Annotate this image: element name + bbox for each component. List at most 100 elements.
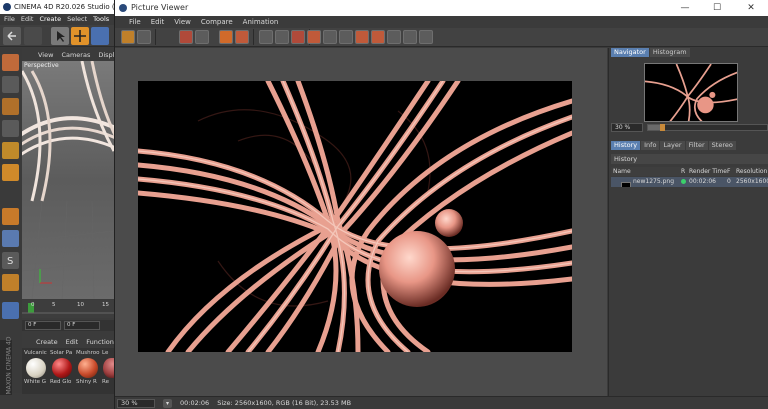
nav-zoom-slider[interactable]	[647, 124, 768, 131]
save-icon[interactable]	[137, 30, 151, 44]
tab-histogram[interactable]: Histogram	[649, 48, 690, 57]
material-manager: Vulcanic White G Solar Pa Red Glo Mushro…	[22, 348, 120, 394]
material-menu-create[interactable]: Create	[36, 337, 58, 347]
viewport-scene	[22, 61, 114, 299]
pv-menu-edit[interactable]: Edit	[151, 16, 165, 28]
material-swatch[interactable]: Vulcanic White G	[24, 350, 48, 385]
tab-navigator[interactable]: Navigator	[611, 48, 649, 57]
material-ball	[52, 358, 72, 378]
open-file-icon[interactable]	[121, 30, 135, 44]
move-icon[interactable]	[71, 27, 89, 45]
pv-menu-compare[interactable]: Compare	[201, 16, 233, 28]
c4d-menu-create[interactable]: Create	[39, 14, 61, 25]
c4d-toolbar	[0, 25, 120, 47]
pv-menu-animation[interactable]: Animation	[243, 16, 279, 28]
render-icon[interactable]	[219, 30, 233, 44]
tweak-mode-icon[interactable]	[2, 230, 19, 247]
status-image-info: Size: 2560x1600, RGB (16 Bit), 23.53 MB	[217, 399, 352, 407]
lock-workplane-icon[interactable]	[2, 302, 19, 319]
layout-view-icon[interactable]	[419, 30, 433, 44]
c4d-menu-edit[interactable]: Edit	[21, 14, 34, 25]
pv-title: Picture Viewer	[131, 3, 189, 12]
compare-icon[interactable]	[291, 30, 305, 44]
scale-icon[interactable]	[91, 27, 109, 45]
material-menu-edit[interactable]: Edit	[66, 337, 79, 347]
minimize-icon[interactable]: —	[673, 0, 697, 16]
grid-view-icon[interactable]	[387, 30, 401, 44]
snap-icon[interactable]: S	[2, 252, 19, 269]
pv-menu-file[interactable]: File	[129, 16, 141, 28]
edges-mode-icon[interactable]	[2, 142, 19, 159]
status-zoom-field[interactable]: 30 %	[117, 398, 155, 408]
fit-screen-icon[interactable]	[259, 30, 273, 44]
ab-compare-icon[interactable]	[307, 30, 321, 44]
render-artwork	[138, 81, 572, 352]
c4d-menu-select[interactable]: Select	[67, 14, 87, 25]
split-view-icon[interactable]	[403, 30, 417, 44]
material-ball	[78, 358, 98, 378]
c4d-menu-tools[interactable]: Tools	[93, 14, 109, 25]
zoom-dropdown-icon[interactable]: ▾	[163, 398, 172, 408]
frame-start-field[interactable]: 0 F	[25, 321, 61, 330]
history-name-cell: new1275.png	[611, 177, 681, 187]
render-status-dot-icon	[681, 179, 686, 184]
tab-layer[interactable]: Layer	[660, 141, 685, 150]
stop-render-icon[interactable]	[195, 30, 209, 44]
points-mode-icon[interactable]	[2, 120, 19, 137]
pv-toolbar	[115, 28, 768, 47]
redo-icon[interactable]	[24, 27, 42, 45]
history-frame: 0	[727, 178, 731, 185]
texture-mode-icon[interactable]	[2, 98, 19, 115]
column-f[interactable]: F	[727, 167, 736, 176]
tab-filter[interactable]: Filter	[685, 141, 708, 150]
model-mode-icon[interactable]	[2, 76, 19, 93]
undo-icon[interactable]	[3, 27, 21, 45]
render-region-icon[interactable]	[235, 30, 249, 44]
nav-zoom-knob[interactable]	[660, 124, 666, 131]
tab-info[interactable]: Info	[641, 141, 660, 150]
nav-zoom-field[interactable]: 30 %	[611, 123, 643, 132]
material-top-label: Solar Pa	[50, 350, 73, 356]
pv-menu-view[interactable]: View	[174, 16, 191, 28]
image-canvas[interactable]	[115, 48, 607, 396]
material-swatch[interactable]: Mushroo Shiny R	[76, 350, 100, 385]
column-render-time[interactable]: Render Time	[689, 167, 727, 176]
polygons-mode-icon[interactable]	[2, 164, 19, 181]
timeline-tick-0: 0	[31, 302, 35, 308]
history-thumbnail	[621, 182, 631, 187]
text-overlay-icon[interactable]	[339, 30, 353, 44]
maxon-brand-text: MAXON CINEMA 4D	[5, 336, 13, 395]
viewport-menu-view[interactable]: View	[38, 50, 53, 60]
column-r[interactable]: R	[681, 167, 689, 176]
frame-end-field[interactable]: 0 F	[64, 321, 100, 330]
c4d-menu-file[interactable]: File	[4, 14, 15, 25]
timeline-ruler[interactable]: 0 5 10 15	[22, 300, 120, 318]
column-resolution[interactable]: Resolution	[736, 167, 768, 176]
pv-side-panel: Navigator Histogram 30 % History Info La…	[608, 48, 768, 396]
workplane-icon[interactable]	[2, 274, 19, 291]
select-arrow-icon[interactable]	[51, 27, 69, 45]
column-name[interactable]: Name	[611, 167, 681, 176]
material-menu-function[interactable]: Function	[86, 337, 114, 347]
copy-frame-icon[interactable]	[179, 30, 193, 44]
alpha-channel-icon[interactable]	[371, 30, 385, 44]
full-screen-icon[interactable]	[275, 30, 289, 44]
toolbar-separator	[253, 29, 254, 45]
color-channel-icon[interactable]	[355, 30, 369, 44]
c4d-viewport[interactable]: Perspective	[22, 61, 114, 299]
material-swatch[interactable]: Solar Pa Red Glo	[50, 350, 74, 385]
tab-stereo[interactable]: Stereo	[708, 141, 736, 150]
c4d-menubar: File Edit Create Select Tools	[0, 14, 120, 25]
viewport-menu-cameras[interactable]: Cameras	[61, 50, 90, 60]
axis-mode-icon[interactable]	[2, 208, 19, 225]
c4d-app-icon	[3, 3, 11, 11]
navigator-thumbnail[interactable]	[644, 63, 738, 122]
make-editable-icon[interactable]	[2, 54, 19, 71]
table-row[interactable]: new1275.png 00:02:06 0 2560x1600	[611, 177, 768, 187]
history-tabs: History Info Layer Filter Stereo	[611, 141, 736, 150]
swap-ab-icon[interactable]	[323, 30, 337, 44]
close-icon[interactable]: ✕	[739, 0, 763, 16]
history-render-time: 00:02:06	[689, 178, 716, 185]
tab-history[interactable]: History	[611, 141, 641, 150]
maximize-icon[interactable]: ☐	[705, 0, 729, 16]
